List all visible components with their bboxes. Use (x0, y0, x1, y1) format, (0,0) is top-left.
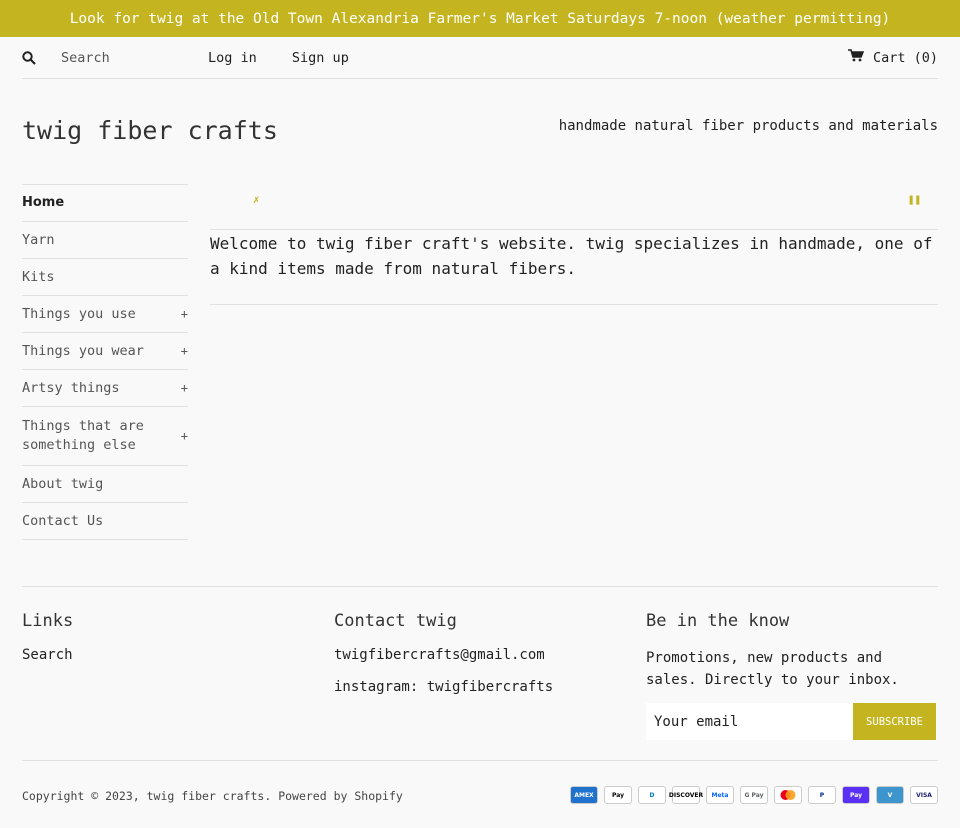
sidebar-item-about[interactable]: About twig (22, 466, 188, 503)
footer-contact-title: Contact twig (334, 611, 457, 631)
cart-link[interactable]: Cart (0) (847, 49, 938, 66)
search-icon[interactable] (22, 43, 52, 73)
expand-icon[interactable]: + (181, 427, 188, 446)
site-tagline: handmade natural fiber products and mate… (558, 118, 938, 134)
venmo-icon: V (876, 786, 904, 804)
meta-pay-icon: Meta (706, 786, 734, 804)
sidebar-item-label: Artsy things (22, 380, 120, 396)
footer-links-title: Links (22, 611, 74, 631)
sidebar-item-label: Yarn (22, 232, 55, 248)
sidebar-item-label: Kits (22, 269, 55, 285)
sidebar-item-label: Things you use (22, 306, 136, 322)
footer-bottom: Copyright © 2023, twig fiber crafts. Pow… (22, 760, 938, 804)
subscribe-button[interactable]: SUBSCRIBE (853, 703, 936, 740)
visa-icon: VISA (910, 786, 938, 804)
google-pay-icon: G Pay (740, 786, 768, 804)
expand-icon[interactable]: + (181, 344, 188, 358)
sidebar-item-things-you-wear[interactable]: Things you wear + (22, 333, 188, 370)
signup-link[interactable]: Sign up (292, 50, 349, 66)
contact-instagram: instagram: twigfibercrafts (334, 679, 554, 695)
sidebar-item-home[interactable]: Home (22, 185, 188, 222)
sidebar-item-kits[interactable]: Kits (22, 259, 188, 296)
sidebar-nav: Home Yarn Kits Things you use + Things yo… (22, 184, 188, 540)
hero-area: ✗ ❚❚ (210, 190, 938, 230)
footer: Links Search Contact twig twigfibercraft… (22, 586, 938, 740)
newsletter-text: Promotions, new products and sales. Dire… (646, 650, 899, 688)
sidebar-item-label: Contact Us (22, 513, 104, 529)
site-title[interactable]: twig fiber crafts (22, 116, 278, 145)
sidebar-item-label: Things you wear (22, 343, 144, 359)
footer-contact-column: Contact twig twigfibercrafts@gmail.com i… (334, 611, 624, 707)
footer-newsletter-column: Be in the know Promotions, new products … (646, 611, 938, 740)
sidebar-item-contact[interactable]: Contact Us (22, 503, 188, 540)
broken-image-icon: ✗ (253, 193, 260, 206)
sidebar-item-label: Things that are something else (22, 418, 144, 453)
email-field[interactable] (646, 703, 853, 740)
top-bar: Log in Sign up Cart (0) (22, 37, 938, 79)
footer-links-column: Links Search (22, 611, 302, 675)
sidebar-item-label: Home (22, 195, 65, 210)
announcement-bar: Look for twig at the Old Town Alexandria… (0, 0, 960, 37)
american-express-icon: AMEX (570, 786, 598, 804)
copyright: Copyright © 2023, twig fiber crafts. Pow… (22, 789, 403, 803)
shop-pay-icon: Pay (842, 786, 870, 804)
login-link[interactable]: Log in (208, 50, 257, 66)
welcome-text: Welcome to twig fiber craft's website. t… (210, 230, 938, 305)
sidebar-item-artsy-things[interactable]: Artsy things + (22, 370, 188, 407)
footer-newsletter-title: Be in the know (646, 611, 790, 631)
expand-icon[interactable]: + (181, 307, 188, 321)
announcement-text: Look for twig at the Old Town Alexandria… (69, 10, 891, 27)
sidebar-item-yarn[interactable]: Yarn (22, 222, 188, 259)
main-content: ✗ ❚❚ Welcome to twig fiber craft's websi… (210, 190, 938, 305)
broken-image-icon: ❚❚ (907, 193, 921, 206)
copyright-text: Copyright © 2023, twig fiber crafts. (22, 789, 272, 803)
sidebar-item-something-else[interactable]: Things that are something else + (22, 407, 188, 466)
newsletter-form: SUBSCRIBE (646, 703, 936, 740)
powered-by-link[interactable]: Powered by Shopify (278, 789, 403, 803)
apple-pay-icon: Pay (604, 786, 632, 804)
contact-email[interactable]: twigfibercrafts@gmail.com (334, 647, 624, 663)
account-links: Log in Sign up (208, 50, 376, 66)
mastercard-icon (774, 786, 802, 804)
paypal-icon: P (808, 786, 836, 804)
cart-icon (847, 49, 865, 66)
footer-search-link[interactable]: Search (22, 647, 73, 663)
cart-label: Cart (0) (872, 49, 938, 66)
sidebar-item-things-you-use[interactable]: Things you use + (22, 296, 188, 333)
search-form (22, 43, 208, 73)
discover-icon: DISCOVER (669, 786, 703, 804)
expand-icon[interactable]: + (181, 381, 188, 395)
payment-icons: AMEX Pay D DISCOVER Meta G Pay P Pay V VISA (570, 786, 938, 804)
diners-club-icon: D (638, 786, 666, 804)
search-input[interactable] (52, 49, 192, 66)
sidebar-item-label: About twig (22, 476, 104, 492)
